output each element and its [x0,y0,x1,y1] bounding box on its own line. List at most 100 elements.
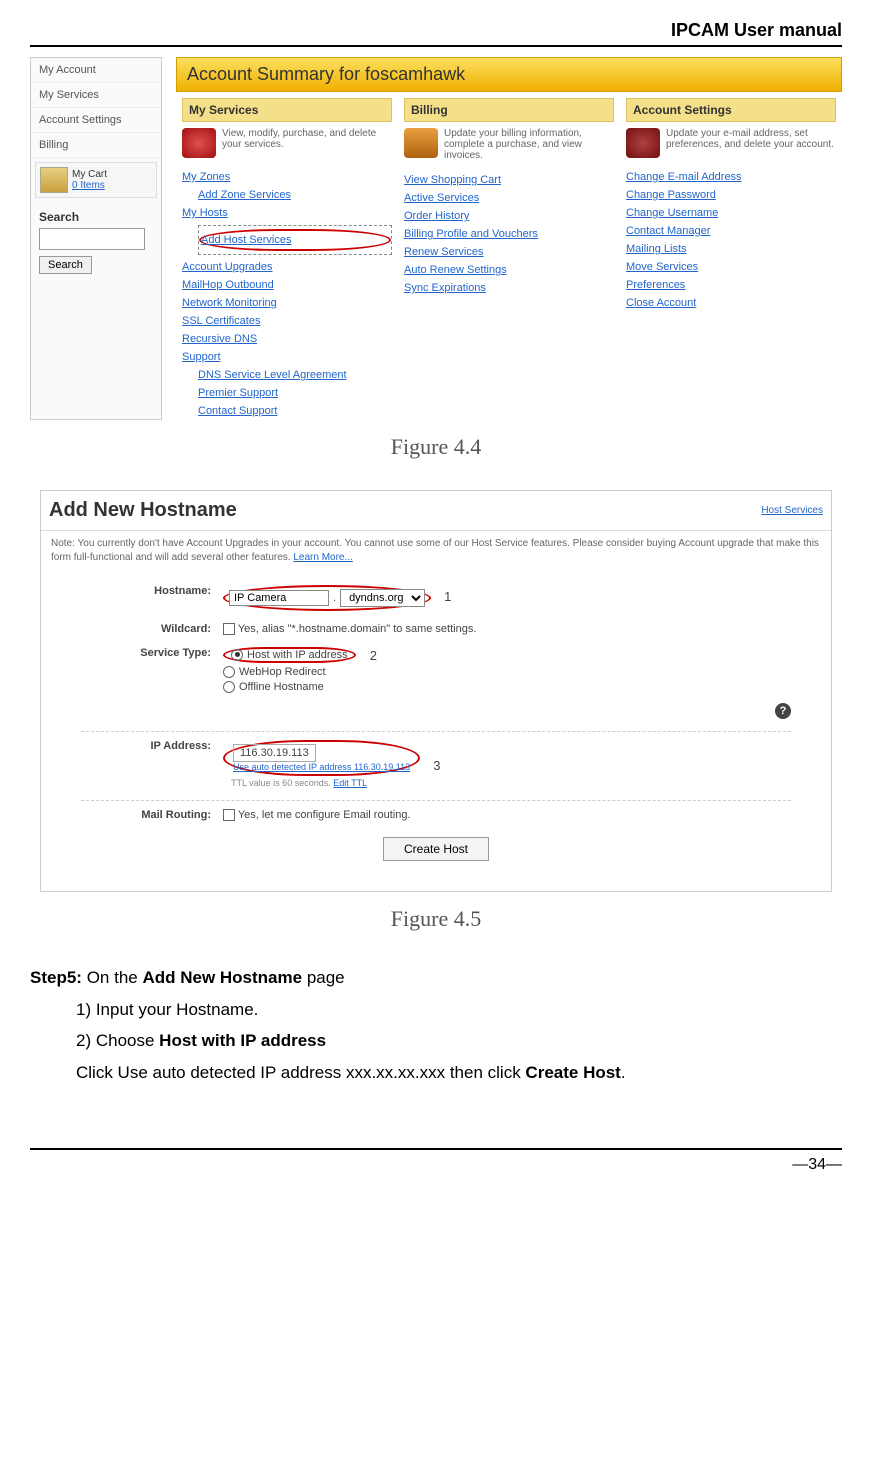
figure-4-5-screenshot: Add New Hostname Host Services Note: You… [40,490,832,892]
services-links: My Zones Add Zone Services My Hosts Add … [182,168,392,420]
link-renew[interactable]: Renew Services [404,243,614,261]
ip-label: IP Address: [81,740,223,752]
link-add-zone[interactable]: Add Zone Services [182,186,392,204]
radio-offline[interactable] [223,681,235,693]
link-upgrades[interactable]: Account Upgrades [182,258,392,276]
link-sync[interactable]: Sync Expirations [404,279,614,297]
add-hostname-title: Add New Hostname [49,495,237,526]
link-active[interactable]: Active Services [404,189,614,207]
col-billing-header: Billing [404,98,614,122]
hostname-input[interactable] [229,590,329,606]
service-label: Service Type: [81,647,223,659]
figure-4-5-caption: Figure 4.5 [30,906,842,932]
link-cart[interactable]: View Shopping Cart [404,171,614,189]
figure-4-4-screenshot: My Account My Services Account Settings … [30,57,842,420]
link-username[interactable]: Change Username [626,204,836,222]
col-billing: Billing Update your billing information,… [398,98,620,420]
sidebar: My Account My Services Account Settings … [30,57,162,420]
col-services-header: My Services [182,98,392,122]
services-desc: View, modify, purchase, and delete your … [222,128,392,158]
billing-links: View Shopping Cart Active Services Order… [404,171,614,297]
link-profile[interactable]: Billing Profile and Vouchers [404,225,614,243]
link-my-zones[interactable]: My Zones [182,168,392,186]
col-services: My Services View, modify, purchase, and … [176,98,398,420]
search-button[interactable]: Search [39,256,92,274]
link-password[interactable]: Change Password [626,186,836,204]
mail-label: Mail Routing: [81,809,223,821]
domain-select[interactable]: dyndns.org [340,589,425,607]
row-mail: Mail Routing: Yes, let me configure Emai… [81,809,791,821]
mail-text: Yes, let me configure Email routing. [238,809,411,821]
link-recdns[interactable]: Recursive DNS [182,330,392,348]
ip-input[interactable]: 116.30.19.113 [233,744,316,762]
ttl-text: TTL value is 60 seconds. [231,778,331,788]
link-sla[interactable]: DNS Service Level Agreement [182,366,392,384]
link-premier[interactable]: Premier Support [182,384,392,402]
step5-item2a: 2) Choose [76,1031,159,1050]
sidebar-item-settings[interactable]: Account Settings [31,108,161,133]
link-autorenew[interactable]: Auto Renew Settings [404,261,614,279]
page-header: IPCAM User manual [30,0,842,47]
search-heading: Search [31,202,161,228]
callout-2: 2 [370,648,377,663]
figure-4-4-caption: Figure 4.4 [30,434,842,460]
link-contact[interactable]: Contact Support [182,402,392,420]
row-service-type: Service Type: Host with IP address 2 Web… [81,647,791,719]
settings-links: Change E-mail Address Change Password Ch… [626,168,836,312]
step5-line3a: Click Use auto detected IP address xxx.x… [76,1063,525,1082]
billing-icon [404,128,438,158]
sidebar-item-billing[interactable]: Billing [31,133,161,158]
summary-main: Account Summary for foscamhawk My Servic… [162,57,842,420]
help-icon[interactable]: ? [775,703,791,719]
row-wildcard: Wildcard: Yes, alias "*.hostname.domain"… [81,623,791,635]
opt-offline: Offline Hostname [239,681,324,693]
manual-title: IPCAM User manual [30,20,842,45]
step5-line3b: Create Host [525,1063,620,1082]
link-mailhop[interactable]: MailHop Outbound [182,276,392,294]
page-footer: —34— [30,1148,842,1174]
radio-host-ip[interactable] [231,649,243,661]
search-input[interactable] [39,228,145,250]
step5-label: Step5: [30,968,82,987]
callout-1: 1 [444,589,451,604]
auto-ip-link[interactable]: Use auto detected IP address 116.30.19.1… [233,762,410,772]
learn-more-link[interactable]: Learn More... [293,552,352,563]
link-add-host-circled[interactable]: Add Host Services [199,229,391,251]
row-ip: IP Address: 116.30.19.113 Use auto detec… [81,740,791,788]
opt-host-ip: Host with IP address [247,649,348,661]
cart-box[interactable]: My Cart 0 Items [35,162,157,198]
hostname-label: Hostname: [81,585,223,597]
wildcard-text: Yes, alias "*.hostname.domain" to same s… [238,623,477,635]
link-prefs[interactable]: Preferences [626,276,836,294]
col-settings: Account Settings Update your e-mail addr… [620,98,842,420]
opt-webhop: WebHop Redirect [239,666,326,678]
cart-count[interactable]: 0 Items [72,180,107,191]
cart-label: My Cart [72,169,107,180]
wildcard-checkbox[interactable] [223,623,235,635]
wildcard-label: Wildcard: [81,623,223,635]
link-contactmgr[interactable]: Contact Manager [626,222,836,240]
link-history[interactable]: Order History [404,207,614,225]
link-close[interactable]: Close Account [626,294,836,312]
settings-desc: Update your e-mail address, set preferen… [666,128,836,158]
callout-3: 3 [433,758,440,773]
sidebar-item-account[interactable]: My Account [31,58,161,83]
link-move[interactable]: Move Services [626,258,836,276]
radio-webhop[interactable] [223,666,235,678]
link-ssl[interactable]: SSL Certificates [182,312,392,330]
col-settings-header: Account Settings [626,98,836,122]
link-my-hosts[interactable]: My Hosts [182,204,392,222]
host-services-link[interactable]: Host Services [761,505,823,516]
link-support[interactable]: Support [182,348,392,366]
create-host-button[interactable]: Create Host [383,837,489,861]
link-mailing[interactable]: Mailing Lists [626,240,836,258]
settings-icon [626,128,660,158]
mail-checkbox[interactable] [223,809,235,821]
upgrade-note: Note: You currently don't have Account U… [41,531,831,577]
link-email[interactable]: Change E-mail Address [626,168,836,186]
page-number: —34— [792,1156,842,1173]
services-icon [182,128,216,158]
link-netmon[interactable]: Network Monitoring [182,294,392,312]
sidebar-item-services[interactable]: My Services [31,83,161,108]
edit-ttl-link[interactable]: Edit TTL [333,778,367,788]
